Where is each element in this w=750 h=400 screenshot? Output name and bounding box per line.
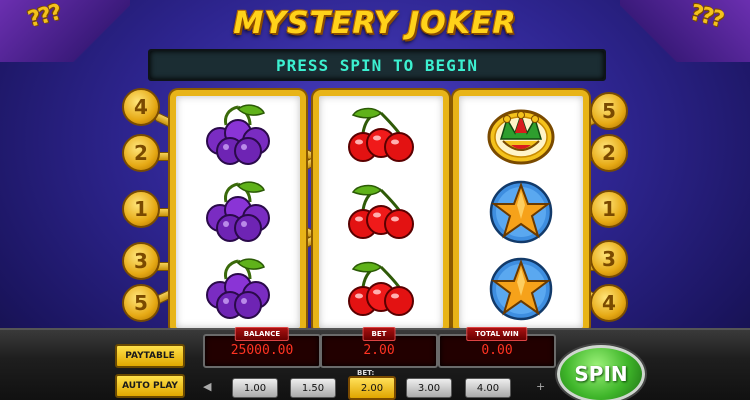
bet-option[interactable]: 1.50 xyxy=(290,378,336,398)
bet-option[interactable]: 1.00 xyxy=(232,378,278,398)
spin-button[interactable]: SPIN xyxy=(557,345,645,400)
message-text: PRESS SPIN TO BEGIN xyxy=(275,55,479,75)
total-win-label: TOTAL WIN xyxy=(466,327,528,341)
payline-badge-right[interactable]: 2 xyxy=(590,134,628,172)
plum-icon xyxy=(176,173,300,250)
payline-badge-left[interactable]: 2 xyxy=(122,134,160,172)
payline-badge-right[interactable]: 4 xyxy=(590,284,628,322)
total-win-value: 0.00 xyxy=(481,343,513,358)
payline-badge-left[interactable]: 4 xyxy=(122,88,160,126)
cherry-icon xyxy=(319,96,443,173)
autoplay-button[interactable]: AUTO PLAY xyxy=(115,374,185,398)
reel-3 xyxy=(453,90,589,334)
payline-badge-left[interactable]: 5 xyxy=(122,284,160,322)
bet-increase-button[interactable]: + xyxy=(536,380,545,393)
bet-decrease-button[interactable]: ◀ xyxy=(203,380,211,393)
balance-label: BALANCE xyxy=(234,327,290,341)
bet-option[interactable]: 4.00 xyxy=(465,378,511,398)
reel-2 xyxy=(313,90,449,334)
balance-meter: BALANCE 25000.00 xyxy=(203,327,321,368)
game-title: MYSTERY JOKER xyxy=(233,6,517,41)
payline-badge-left[interactable]: 3 xyxy=(122,242,160,280)
star-icon xyxy=(459,250,583,327)
payline-badge-right[interactable]: 3 xyxy=(590,240,628,278)
payline-badge-right[interactable]: 5 xyxy=(590,92,628,130)
plum-icon xyxy=(176,250,300,327)
balance-value: 25000.00 xyxy=(230,343,294,358)
bet-option[interactable]: 3.00 xyxy=(406,378,452,398)
payline-badge-left[interactable]: 1 xyxy=(122,190,160,228)
payline-badge-right[interactable]: 1 xyxy=(590,190,628,228)
plum-icon xyxy=(176,96,300,173)
star-icon xyxy=(459,173,583,250)
joker-icon xyxy=(459,96,583,173)
game-stage: ??? ??? MYSTERY JOKER PRESS SPIN TO BEGI… xyxy=(0,0,750,400)
bet-meter: BET 2.00 xyxy=(320,327,438,368)
cherry-icon xyxy=(319,250,443,327)
bet-value: 2.00 xyxy=(363,343,395,358)
paytable-button[interactable]: PAYTABLE xyxy=(115,344,185,368)
bet-label: BET xyxy=(362,327,396,341)
cherry-icon xyxy=(319,173,443,250)
message-bar: PRESS SPIN TO BEGIN xyxy=(148,49,606,81)
bet-option-selected[interactable]: 2.00 xyxy=(348,376,396,400)
reel-1 xyxy=(170,90,306,334)
total-win-meter: TOTAL WIN 0.00 xyxy=(438,327,556,368)
